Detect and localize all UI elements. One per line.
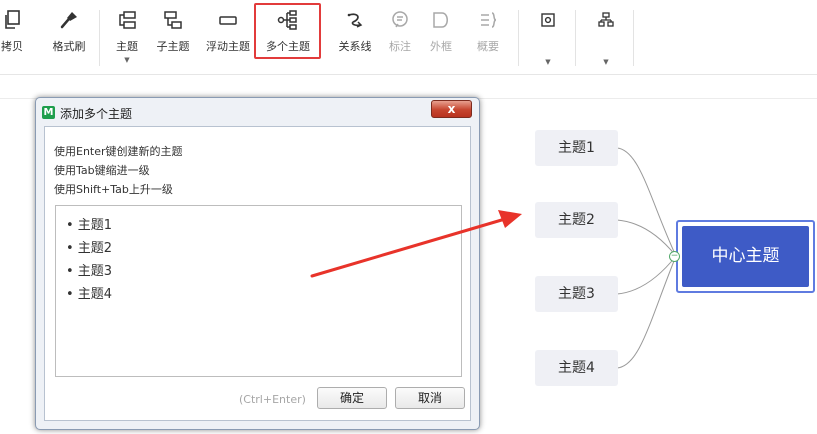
topic-line: • 主题2 — [66, 241, 113, 256]
mindmap-topic[interactable]: 主题3 — [535, 276, 618, 312]
connector-line — [616, 219, 677, 257]
connector-line — [616, 147, 677, 257]
hint-text: 使用Shift+Tab上升一级 — [54, 183, 173, 196]
connector-line — [616, 255, 677, 369]
add-multiple-topics-dialog: M 添加多个主题 x 使用Enter键创建新的主题 使用Tab键缩进一级 使用S… — [35, 97, 480, 430]
connector-line — [616, 255, 677, 295]
cancel-button[interactable]: 取消 — [395, 387, 465, 409]
central-topic-selection[interactable]: 中心主题 — [676, 220, 815, 293]
dialog-titlebar[interactable]: M 添加多个主题 x — [36, 98, 479, 126]
hint-text: 使用Enter键创建新的主题 — [54, 145, 183, 158]
app-logo-icon: M — [42, 106, 55, 119]
dialog-body: 使用Enter键创建新的主题 使用Tab键缩进一级 使用Shift+Tab上升一… — [44, 126, 471, 421]
ok-button[interactable]: 确定 — [317, 387, 387, 409]
shortcut-hint: (Ctrl+Enter) — [239, 393, 306, 406]
topics-textarea[interactable]: • 主题1 • 主题2 • 主题3 • 主题4 — [55, 205, 462, 377]
central-topic[interactable]: 中心主题 — [682, 226, 809, 287]
topic-line: • 主题3 — [66, 264, 113, 279]
mindmap-topic[interactable]: 主题2 — [535, 202, 618, 238]
hint-text: 使用Tab键缩进一级 — [54, 164, 150, 177]
dialog-title: 添加多个主题 — [60, 107, 133, 121]
collapse-toggle-icon[interactable]: − — [669, 251, 680, 262]
topic-line: • 主题1 — [66, 218, 113, 233]
close-button[interactable]: x — [431, 100, 472, 118]
mindmap-topic[interactable]: 主题1 — [535, 130, 618, 166]
topic-line: • 主题4 — [66, 287, 113, 302]
mindmap-topic[interactable]: 主题4 — [535, 350, 618, 386]
